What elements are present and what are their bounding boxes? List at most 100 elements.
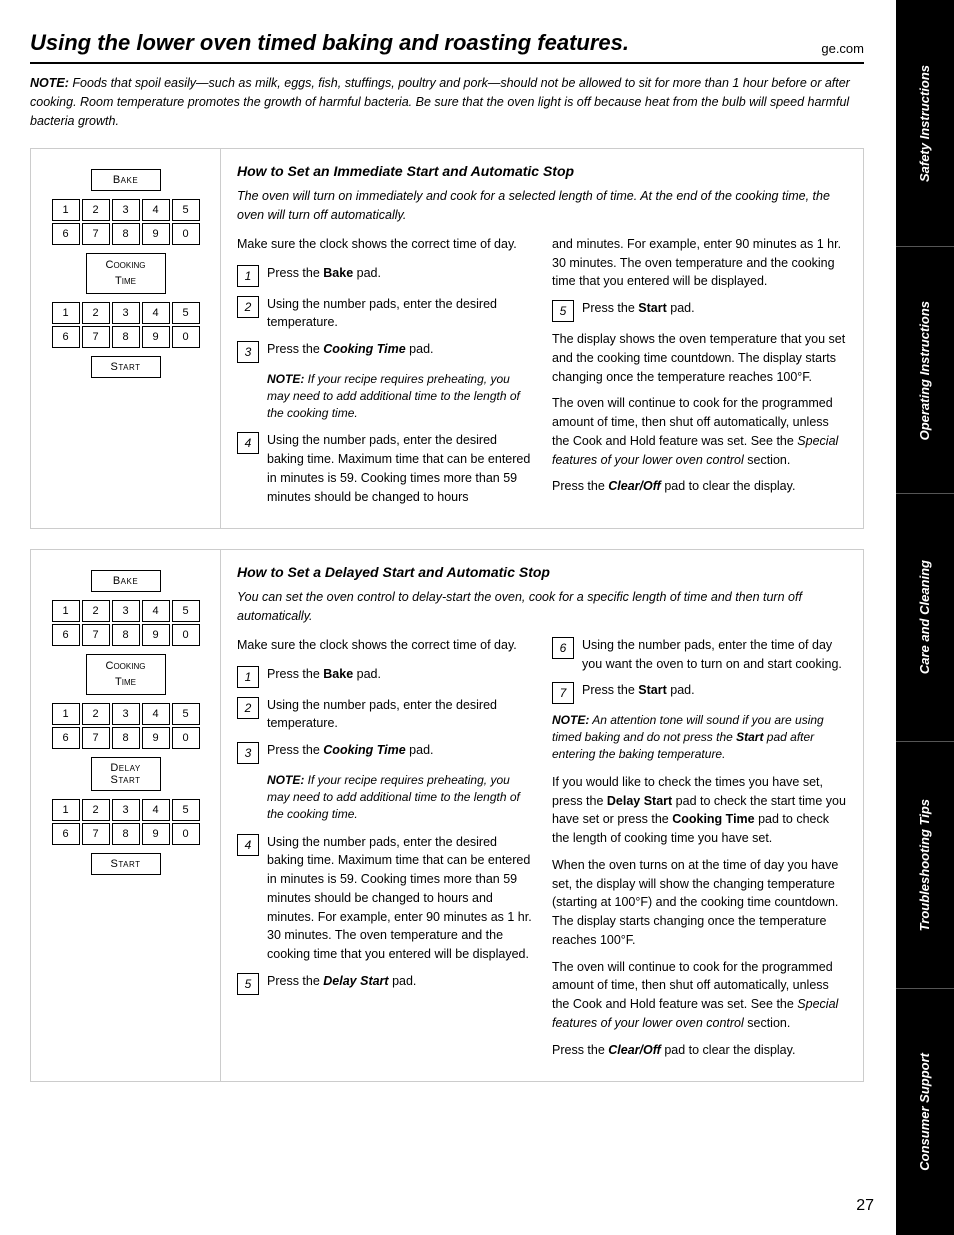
- num-cell: 7: [82, 624, 110, 646]
- section1-title: How to Set an Immediate Start and Automa…: [237, 163, 847, 179]
- step-text: Press the Delay Start pad.: [267, 972, 532, 991]
- num-cell: 5: [172, 199, 200, 221]
- num-cell: 4: [142, 703, 170, 725]
- section2-title: How to Set a Delayed Start and Automatic…: [237, 564, 847, 580]
- step-num: 1: [237, 265, 259, 287]
- sidebar-item-safety: Safety Instructions: [896, 0, 954, 247]
- num-cell: 5: [172, 600, 200, 622]
- num-cell: 9: [142, 727, 170, 749]
- diagram1: Bake 1 2 3 4 5 6 7 8 9 0 Cooking Time 1 …: [31, 149, 221, 528]
- step-num: 3: [237, 742, 259, 764]
- num-cell: 1: [52, 199, 80, 221]
- num-cell: 5: [172, 302, 200, 324]
- step-text: Using the number pads, enter the desired…: [267, 431, 532, 506]
- bake-pad-2: Bake: [91, 570, 161, 592]
- num-cell: 0: [172, 823, 200, 845]
- num-cell: 8: [112, 223, 140, 245]
- step-text: Press the Bake pad.: [267, 665, 532, 684]
- step-num: 5: [237, 973, 259, 995]
- num-cell: 2: [82, 703, 110, 725]
- section2-right-p2: When the oven turns on at the time of da…: [552, 856, 847, 950]
- sidebar-label-troubleshooting: Troubleshooting Tips: [917, 799, 934, 931]
- step-text: Press the Bake pad.: [267, 264, 532, 283]
- section2-right-p3: The oven will continue to cook for the p…: [552, 958, 847, 1033]
- num-cell: 2: [82, 799, 110, 821]
- num-grid-1a: 1 2 3 4 5 6 7 8 9 0: [52, 199, 200, 245]
- num-cell: 9: [142, 326, 170, 348]
- num-cell: 0: [172, 624, 200, 646]
- num-cell: 1: [52, 600, 80, 622]
- num-cell: 4: [142, 302, 170, 324]
- num-cell: 9: [142, 223, 170, 245]
- num-cell: 3: [112, 199, 140, 221]
- num-cell: 4: [142, 600, 170, 622]
- sidebar-label-care: Care and Cleaning: [917, 560, 934, 674]
- num-cell: 2: [82, 302, 110, 324]
- step-2-1: 1 Press the Bake pad.: [237, 665, 532, 688]
- num-cell: 4: [142, 799, 170, 821]
- num-cell: 8: [112, 326, 140, 348]
- step-text: Using the number pads, enter the desired…: [267, 833, 532, 964]
- section1-right: and minutes. For example, enter 90 minut…: [552, 235, 847, 515]
- note-inline-1: NOTE: If your recipe requires preheating…: [267, 371, 532, 421]
- diagram2: Bake 1 2 3 4 5 6 7 8 9 0 Cooking Time 1 …: [31, 550, 221, 1081]
- step-text: Press the Start pad.: [582, 681, 847, 700]
- step-num: 7: [552, 682, 574, 704]
- step-text: Press the Cooking Time pad.: [267, 741, 532, 760]
- step-num: 5: [552, 300, 574, 322]
- section2-instructions: How to Set a Delayed Start and Automatic…: [221, 550, 863, 1081]
- note-label: NOTE:: [30, 76, 69, 90]
- make-sure-2: Make sure the clock shows the correct ti…: [237, 636, 532, 655]
- num-cell: 3: [112, 302, 140, 324]
- sidebar-label-consumer: Consumer Support: [917, 1053, 934, 1171]
- step-2-2: 2 Using the number pads, enter the desir…: [237, 696, 532, 734]
- num-cell: 7: [82, 223, 110, 245]
- page-number: 27: [856, 1197, 874, 1215]
- num-cell: 0: [172, 326, 200, 348]
- num-cell: 0: [172, 223, 200, 245]
- num-cell: 8: [112, 823, 140, 845]
- step-1-2: 2 Using the number pads, enter the desir…: [237, 295, 532, 333]
- main-content: Using the lower oven timed baking and ro…: [0, 0, 894, 1132]
- step-num: 4: [237, 432, 259, 454]
- num-cell: 3: [112, 600, 140, 622]
- num-cell: 3: [112, 799, 140, 821]
- step-2-3: 3 Press the Cooking Time pad.: [237, 741, 532, 764]
- section2-wrapper: Bake 1 2 3 4 5 6 7 8 9 0 Cooking Time 1 …: [30, 549, 864, 1082]
- section2-two-col: Make sure the clock shows the correct ti…: [237, 636, 847, 1067]
- step-num: 2: [237, 697, 259, 719]
- num-grid-1b: 1 2 3 4 5 6 7 8 9 0: [52, 302, 200, 348]
- section1-right-p1: and minutes. For example, enter 90 minut…: [552, 235, 847, 291]
- step-2-6: 6 Using the number pads, enter the time …: [552, 636, 847, 674]
- step-num: 2: [237, 296, 259, 318]
- top-note: NOTE: Foods that spoil easily—such as mi…: [30, 74, 864, 130]
- delay-start-pad-2: Delay Start: [91, 757, 161, 791]
- step-num: 1: [237, 666, 259, 688]
- sidebar-item-consumer: Consumer Support: [896, 989, 954, 1235]
- site-text: ge.com: [821, 41, 864, 56]
- num-cell: 6: [52, 223, 80, 245]
- section1-instructions: How to Set an Immediate Start and Automa…: [221, 149, 863, 528]
- num-cell: 5: [172, 703, 200, 725]
- note-inline-2: NOTE: If your recipe requires preheating…: [267, 772, 532, 822]
- section2-right: 6 Using the number pads, enter the time …: [552, 636, 847, 1067]
- num-cell: 9: [142, 823, 170, 845]
- num-cell: 2: [82, 199, 110, 221]
- step-num: 3: [237, 341, 259, 363]
- step-2-4: 4 Using the number pads, enter the desir…: [237, 833, 532, 964]
- step-2-7: 7 Press the Start pad.: [552, 681, 847, 704]
- num-cell: 0: [172, 727, 200, 749]
- num-cell: 7: [82, 326, 110, 348]
- num-cell: 1: [52, 799, 80, 821]
- note-inline-3: NOTE: An attention tone will sound if yo…: [552, 712, 847, 762]
- num-grid-2a: 1 2 3 4 5 6 7 8 9 0: [52, 600, 200, 646]
- step-2-5: 5 Press the Delay Start pad.: [237, 972, 532, 995]
- section2-right-p4: Press the Clear/Off pad to clear the dis…: [552, 1041, 847, 1060]
- cooking-time-pad-1: Cooking Time: [86, 253, 166, 294]
- right-sidebar: Safety Instructions Operating Instructio…: [896, 0, 954, 1235]
- sidebar-label-safety: Safety Instructions: [917, 65, 934, 182]
- make-sure-1: Make sure the clock shows the correct ti…: [237, 235, 532, 254]
- step-1-5: 5 Press the Start pad.: [552, 299, 847, 322]
- sidebar-item-operating: Operating Instructions: [896, 247, 954, 494]
- cooking-time-pad-2: Cooking Time: [86, 654, 166, 695]
